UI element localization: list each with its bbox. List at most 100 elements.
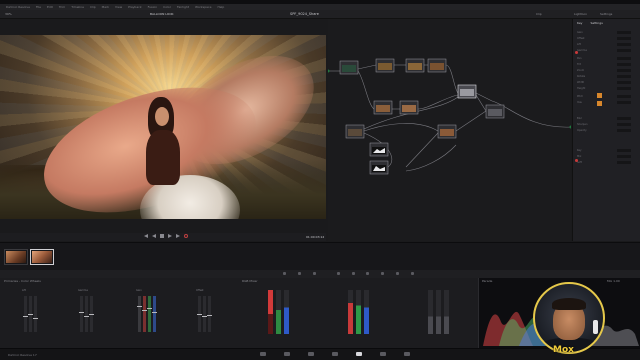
- page-fusion-icon[interactable]: [328, 352, 342, 358]
- menu-item[interactable]: Mark: [102, 5, 109, 9]
- node[interactable]: [405, 58, 425, 73]
- offset-slider[interactable]: [207, 296, 212, 332]
- gamma-slider[interactable]: [89, 296, 94, 332]
- node[interactable]: [427, 58, 447, 73]
- wheel-gain[interactable]: Gain: [126, 289, 166, 336]
- blur-icon[interactable]: [366, 272, 369, 275]
- skip-forward-icon[interactable]: [176, 234, 180, 238]
- lift-slider[interactable]: [23, 296, 28, 332]
- loop-icon[interactable]: [184, 234, 188, 238]
- node[interactable]: [437, 124, 457, 139]
- node-graph[interactable]: [328, 19, 571, 241]
- inspector-tab-key[interactable]: Key: [577, 21, 582, 25]
- menu-item[interactable]: Fairlight: [177, 5, 189, 9]
- menu-item[interactable]: Edit: [47, 5, 53, 9]
- video-viewer[interactable]: [0, 35, 326, 219]
- blue-out-red[interactable]: [428, 290, 433, 334]
- red-out-blue[interactable]: [284, 290, 289, 334]
- page-fairlight-icon[interactable]: [376, 352, 390, 358]
- menu-item[interactable]: File: [36, 5, 41, 9]
- node[interactable]: [485, 104, 505, 119]
- menu-item[interactable]: Color: [163, 5, 171, 9]
- wheel-lift[interactable]: Lift: [12, 289, 52, 336]
- page-media-icon[interactable]: [256, 352, 270, 358]
- param-field[interactable]: [617, 129, 631, 132]
- param-field[interactable]: [617, 161, 631, 164]
- param-field[interactable]: [617, 81, 631, 84]
- orange-swatch[interactable]: [597, 101, 602, 106]
- menu-item[interactable]: Trim: [59, 5, 65, 9]
- menu-item[interactable]: Clip: [90, 5, 96, 9]
- offset-slider[interactable]: [202, 296, 207, 332]
- red-out-green[interactable]: [276, 290, 281, 334]
- page-color-icon[interactable]: [352, 352, 366, 358]
- tab-clip[interactable]: Clip: [536, 12, 542, 16]
- node[interactable]: [399, 100, 419, 115]
- param-field[interactable]: [617, 155, 631, 158]
- gain-slider-red[interactable]: [142, 296, 147, 332]
- play-reverse-icon[interactable]: [152, 234, 156, 238]
- green-out-red[interactable]: [348, 290, 353, 334]
- wheel-offset[interactable]: Offset: [186, 289, 226, 336]
- window-icon[interactable]: [313, 272, 316, 275]
- param-field[interactable]: [617, 37, 631, 40]
- sizing-icon[interactable]: [396, 272, 399, 275]
- blue-out-green[interactable]: [436, 290, 441, 334]
- gain-slider-blue[interactable]: [152, 296, 157, 332]
- gamma-slider[interactable]: [84, 296, 89, 332]
- gamma-slider[interactable]: [79, 296, 84, 332]
- page-edit-icon[interactable]: [304, 352, 318, 358]
- blue-out-blue[interactable]: [444, 290, 449, 334]
- param-field[interactable]: [617, 87, 631, 90]
- node-matte[interactable]: [369, 160, 389, 175]
- param-field[interactable]: [617, 149, 631, 152]
- lift-slider[interactable]: [28, 296, 33, 332]
- tab-settings[interactable]: Settings: [600, 12, 612, 16]
- node[interactable]: [345, 124, 365, 139]
- menu-item[interactable]: Help: [217, 5, 224, 9]
- tracker-icon[interactable]: [337, 272, 340, 275]
- node[interactable]: [375, 58, 395, 73]
- curves-icon[interactable]: [283, 272, 286, 275]
- green-out-green[interactable]: [356, 290, 361, 334]
- param-field[interactable]: [617, 95, 631, 98]
- param-field[interactable]: [617, 49, 631, 52]
- 3d-icon[interactable]: [411, 272, 414, 275]
- gain-slider[interactable]: [137, 296, 142, 332]
- param-field[interactable]: [617, 43, 631, 46]
- node[interactable]: [373, 100, 393, 115]
- param-field[interactable]: [617, 117, 631, 120]
- page-deliver-icon[interactable]: [400, 352, 414, 358]
- viewer-zoom[interactable]: 39%: [5, 12, 12, 16]
- qualifier-icon[interactable]: [298, 272, 301, 275]
- play-icon[interactable]: [168, 234, 172, 238]
- lift-slider[interactable]: [33, 296, 38, 332]
- menu-item[interactable]: Fusion: [148, 5, 158, 9]
- skip-back-icon[interactable]: [144, 234, 148, 238]
- clip-thumbnail-active[interactable]: [30, 249, 54, 265]
- node-selected[interactable]: [457, 84, 477, 99]
- param-field[interactable]: [617, 57, 631, 60]
- param-field[interactable]: [617, 123, 631, 126]
- key-icon[interactable]: [381, 272, 384, 275]
- param-field[interactable]: [617, 101, 631, 104]
- green-out-blue[interactable]: [364, 290, 369, 334]
- param-field[interactable]: [617, 63, 631, 66]
- offset-slider[interactable]: [197, 296, 202, 332]
- page-cut-icon[interactable]: [280, 352, 294, 358]
- menu-item[interactable]: Playback: [128, 5, 141, 9]
- magic-mask-icon[interactable]: [352, 272, 355, 275]
- wheel-gamma[interactable]: Gamma: [68, 289, 108, 336]
- stop-icon[interactable]: [160, 234, 164, 238]
- inspector-tab-settings[interactable]: Settings: [590, 21, 602, 25]
- gain-slider-green[interactable]: [147, 296, 152, 332]
- tab-lightbox[interactable]: Lightbox: [574, 12, 587, 16]
- clip-thumbnail[interactable]: [4, 249, 28, 265]
- red-out-red[interactable]: [268, 290, 273, 334]
- node[interactable]: [339, 60, 359, 75]
- menu-item[interactable]: DaVinci Resolve: [6, 5, 30, 9]
- menu-item[interactable]: Timeline: [71, 5, 84, 9]
- param-field[interactable]: [617, 31, 631, 34]
- param-field[interactable]: [617, 69, 631, 72]
- node-matte[interactable]: [369, 142, 389, 157]
